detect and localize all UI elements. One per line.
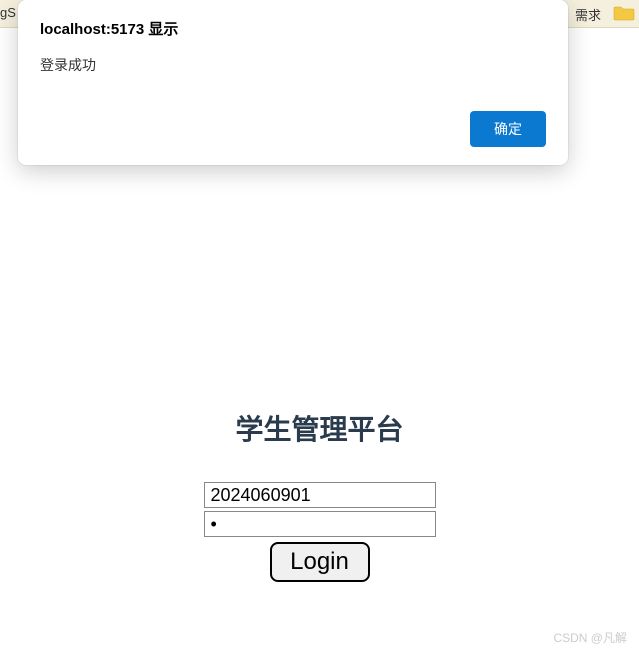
toolbar-text-fragment: gS <box>0 5 16 20</box>
alert-ok-button[interactable]: 确定 <box>470 111 546 147</box>
folder-icon[interactable] <box>613 5 635 21</box>
toolbar-text-fragment: 需求 <box>575 5 601 24</box>
username-input[interactable] <box>204 482 436 508</box>
login-form: 学生管理平台 Login <box>0 408 639 582</box>
alert-title: localhost:5173 显示 <box>40 18 546 39</box>
login-button[interactable]: Login <box>270 542 370 582</box>
alert-button-row: 确定 <box>40 111 546 147</box>
watermark: CSDN @凡解 <box>553 629 627 646</box>
alert-message: 登录成功 <box>40 55 546 75</box>
page-title: 学生管理平台 <box>235 408 403 448</box>
password-input[interactable] <box>204 511 436 537</box>
alert-dialog: localhost:5173 显示 登录成功 确定 <box>18 0 568 165</box>
